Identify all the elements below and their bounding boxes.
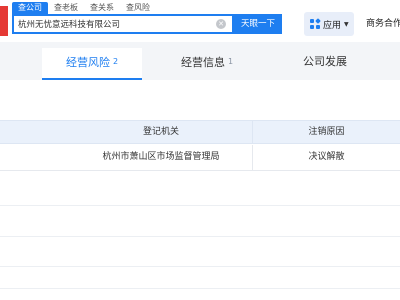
- apps-button[interactable]: 应用 ▼: [304, 12, 354, 36]
- tab-company-development[interactable]: 公司发展: [280, 48, 370, 80]
- column-header-reason: 注销原因: [308, 127, 345, 137]
- search-input[interactable]: [14, 16, 204, 32]
- cell-authority: 杭州市萧山区市场监督管理局: [102, 152, 220, 162]
- divider: [0, 266, 400, 267]
- tab-label: 经营风险: [65, 56, 110, 69]
- table-row: 杭州市萧山区市场监督管理局 决议解散: [0, 145, 400, 171]
- search-tab-relation[interactable]: 查关系: [84, 2, 120, 14]
- top-header: 查公司 查老板 查关系 查风险 ✕ 天眼一下 应用 ▼ 商务合作: [0, 0, 400, 40]
- chevron-down-icon: ▼: [344, 20, 349, 28]
- tab-label: 公司发展: [303, 55, 347, 68]
- section-tabbar: 经营风险 2 经营信息 1 公司发展: [0, 42, 400, 80]
- search-type-tabs: 查公司 查老板 查关系 查风险: [12, 2, 156, 14]
- tab-business-info[interactable]: 经营信息 1: [162, 48, 252, 80]
- grid-icon: [310, 18, 321, 29]
- divider: [0, 236, 400, 237]
- search-tab-boss[interactable]: 查老板: [48, 2, 84, 14]
- search-button[interactable]: 天眼一下: [234, 14, 282, 34]
- apps-label: 应用: [323, 20, 342, 31]
- divider: [0, 205, 400, 206]
- search-tab-risk[interactable]: 查风险: [120, 2, 156, 14]
- search-box: ✕: [12, 14, 234, 34]
- cell-reason: 决议解散: [308, 152, 345, 162]
- divider: [0, 288, 400, 289]
- clear-icon[interactable]: ✕: [216, 19, 226, 29]
- tab-business-risk[interactable]: 经营风险 2: [42, 48, 142, 80]
- search-tab-company[interactable]: 查公司: [12, 2, 48, 14]
- column-header-authority: 登记机关: [142, 127, 179, 137]
- tab-count: 1: [227, 57, 234, 66]
- table-header: 登记机关 注销原因: [0, 120, 400, 144]
- brand-logo[interactable]: [0, 6, 8, 36]
- tab-label: 经营信息: [180, 56, 225, 69]
- tab-count: 2: [112, 57, 119, 66]
- business-cooperation-link[interactable]: 商务合作: [366, 12, 400, 36]
